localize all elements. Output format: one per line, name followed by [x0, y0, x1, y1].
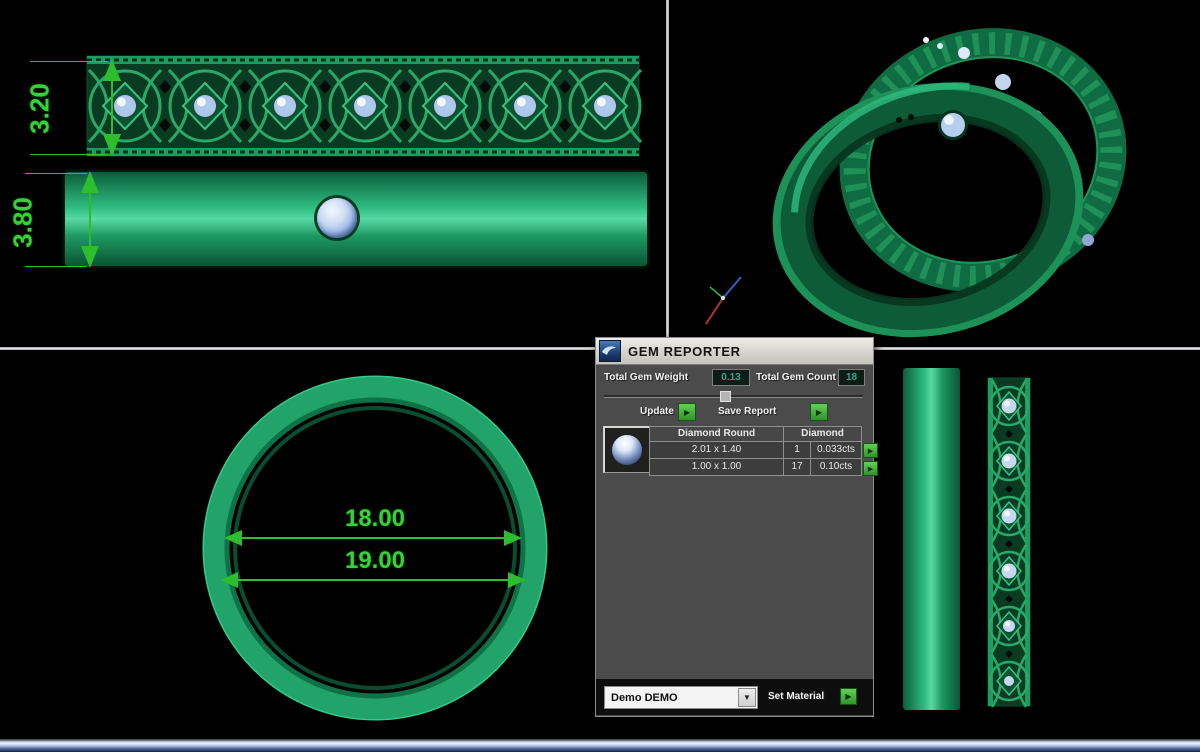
dim-label-18-00: 18.00: [305, 505, 445, 533]
table-header-material: Diamond: [784, 427, 861, 441]
arrow-down-icon: [103, 134, 121, 156]
arrow-left-icon: [224, 530, 242, 546]
go-icon: ▶: [845, 692, 851, 701]
table-row-count[interactable]: 17: [784, 459, 810, 475]
arrow-right-icon: [508, 572, 526, 588]
table-row-count[interactable]: 1: [784, 442, 810, 458]
dialog-bottom-bar: Demo DEMO ▼ Set Material ▶: [596, 679, 873, 715]
total-gem-weight-value: 0.13: [712, 369, 750, 386]
table-row-size[interactable]: 2.01 x 1.40: [650, 442, 783, 458]
gem-thumbnail: [603, 426, 650, 473]
pattern-ring-3d: [804, 0, 1162, 330]
diamond-gem: [941, 113, 965, 137]
chevron-down-icon[interactable]: ▼: [738, 688, 756, 707]
ring-3d-render: [668, 0, 1200, 347]
table-row-size[interactable]: 1.00 x 1.00: [650, 459, 783, 475]
viewport-divider-vertical[interactable]: [666, 0, 669, 349]
table-row-weight[interactable]: 0.033cts: [811, 442, 861, 458]
dialog-title: GEM REPORTER: [628, 344, 741, 359]
total-gem-count-value: 18: [838, 369, 865, 386]
diamond-gem: [995, 74, 1011, 90]
viewport-side-view[interactable]: 3.20 3.80: [0, 0, 665, 347]
set-material-button[interactable]: ▶: [840, 688, 857, 705]
go-icon: ▶: [868, 447, 873, 455]
total-gem-weight-label: Total Gem Weight: [604, 372, 688, 383]
diamond-gem: [317, 198, 357, 238]
go-icon: ▶: [868, 465, 873, 473]
update-button[interactable]: ▶: [678, 403, 696, 421]
update-label: Update: [640, 406, 674, 417]
dim-label-3-80: 3.80: [8, 183, 39, 263]
total-gem-count-label: Total Gem Count: [756, 372, 836, 383]
gem-reporter-dialog: GEM REPORTER Total Gem Weight 0.13 Total…: [595, 337, 874, 717]
plain-band-side-view: [65, 172, 647, 266]
arrow-up-icon: [103, 59, 121, 81]
arrow-up-icon: [81, 171, 99, 193]
slider-handle[interactable]: [720, 391, 731, 402]
diamond-gem: [1082, 234, 1094, 246]
diamond-gem-icon: [612, 435, 642, 465]
axis-gizmo-icon: [706, 277, 741, 324]
set-material-label: Set Material: [768, 691, 824, 702]
viewport-perspective-view[interactable]: [668, 0, 1200, 347]
plain-band-front-view: [903, 368, 960, 710]
go-icon: ▶: [684, 408, 690, 417]
row-action-button[interactable]: ▶: [863, 461, 878, 476]
dim-label-19-00: 19.00: [305, 547, 445, 575]
material-dropdown-value: Demo DEMO: [611, 692, 738, 704]
arrow-left-icon: [220, 572, 238, 588]
table-row-weight[interactable]: 0.10cts: [811, 459, 861, 475]
gem-table: Diamond Round Diamond 2.01 x 1.40 1 0.03…: [649, 426, 862, 476]
arrow-down-icon: [81, 246, 99, 268]
row-action-button[interactable]: ▶: [863, 443, 878, 458]
go-icon: ▶: [816, 408, 822, 417]
save-report-label: Save Report: [718, 406, 776, 417]
material-dropdown[interactable]: Demo DEMO ▼: [604, 686, 758, 709]
pattern-band-side-view: [85, 50, 643, 162]
window-edge-strip: [0, 739, 1200, 752]
pattern-band-front-view: [982, 376, 1036, 708]
app-logo-icon: [599, 340, 621, 362]
save-report-button[interactable]: ▶: [810, 403, 828, 421]
arrow-right-icon: [504, 530, 522, 546]
table-header-gem-type: Diamond Round: [650, 427, 783, 441]
plain-ring-3d: [757, 59, 1097, 347]
dim-label-3-20: 3.20: [25, 69, 56, 149]
diamond-gem: [958, 47, 970, 59]
slider-track[interactable]: [604, 395, 863, 398]
dialog-titlebar[interactable]: GEM REPORTER: [596, 338, 873, 365]
